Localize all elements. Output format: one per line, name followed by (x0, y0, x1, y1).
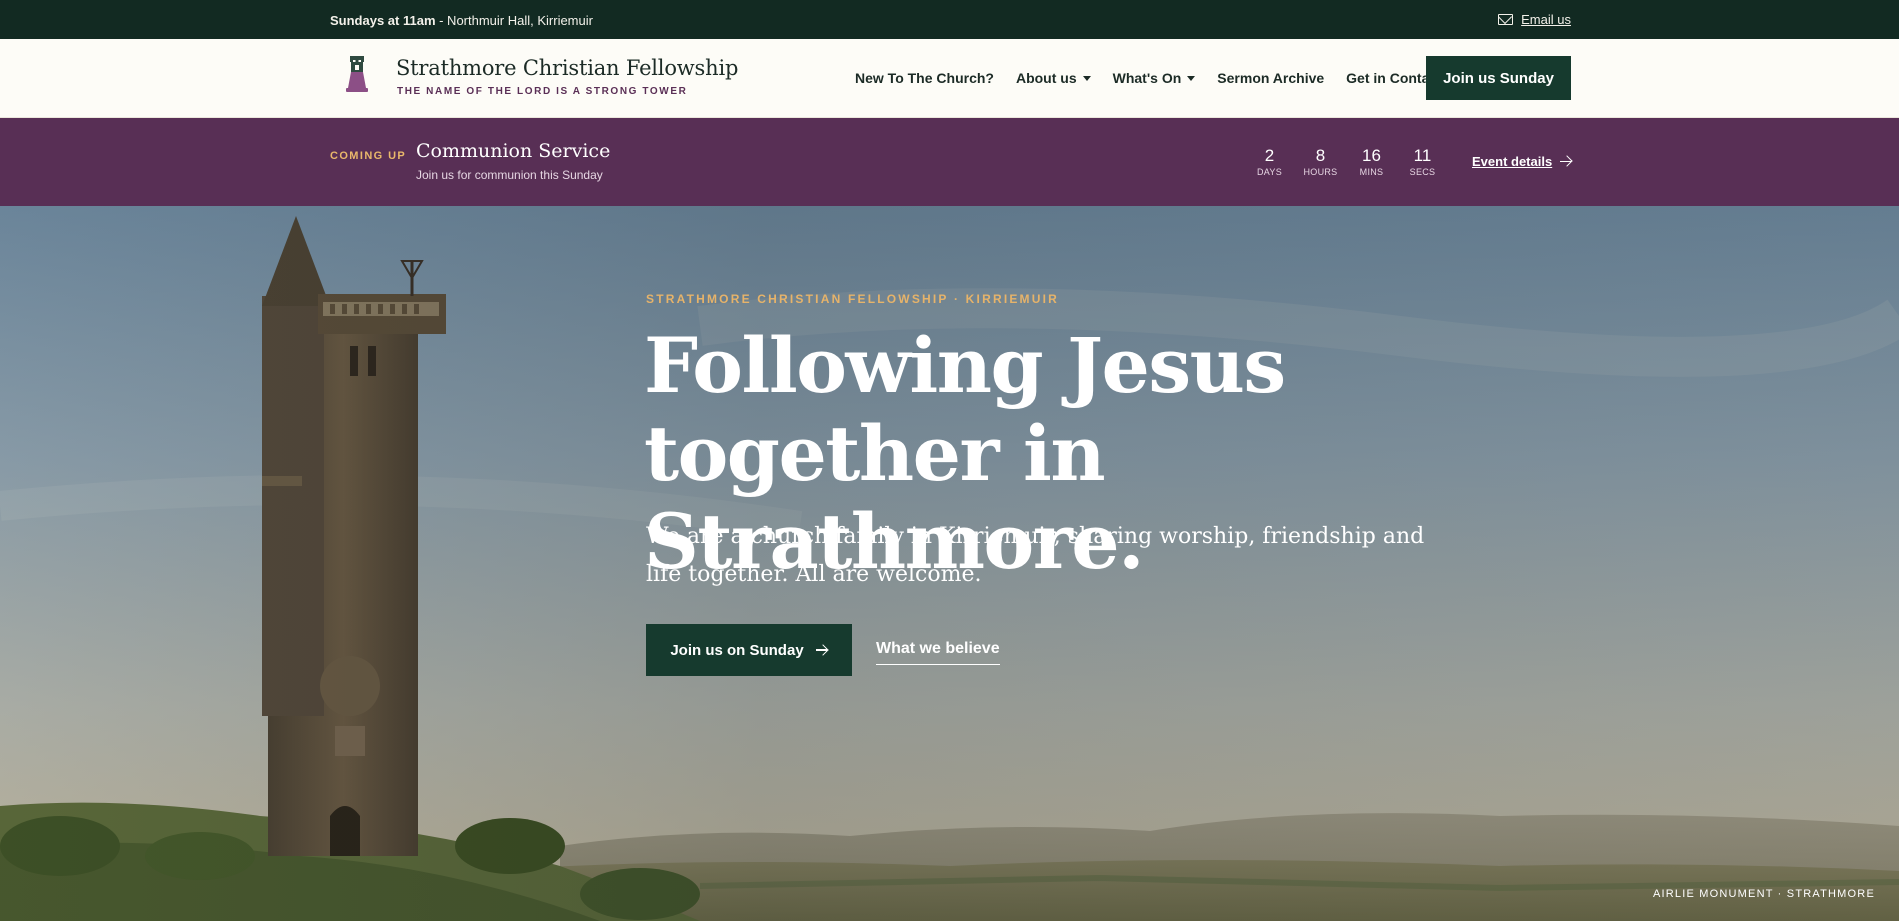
nav-item-whats-on[interactable]: What's On (1113, 70, 1196, 86)
nav-item-sermon-archive[interactable]: Sermon Archive (1217, 70, 1324, 86)
hero-section: STRATHMORE CHRISTIAN FELLOWSHIP · KIRRIE… (0, 206, 1899, 921)
hero-lede: We are a church family in Kirriemuir, sh… (646, 524, 1425, 587)
main-nav: New To The Church? About us What's On Se… (855, 70, 1442, 86)
countdown-value: 16 (1362, 146, 1381, 165)
top-utility-bar: Sundays at 11am - Northmuir Hall, Kirrie… (0, 0, 1899, 39)
service-info: Sundays at 11am - Northmuir Hall, Kirrie… (330, 13, 593, 28)
countdown-value: 11 (1413, 146, 1432, 165)
nav-item-label: Sermon Archive (1217, 70, 1325, 86)
countdown-secs: 11 SECS (1397, 146, 1448, 177)
nav-item-new-to-church[interactable]: New To The Church? (855, 70, 994, 86)
join-us-sunday-button[interactable]: Join us Sunday (1426, 56, 1571, 100)
event-title: Communion Service (416, 140, 611, 162)
cta-label: Join us on Sunday (670, 641, 804, 659)
countdown-days: 2 DAYS (1244, 146, 1295, 177)
hero-eyebrow: STRATHMORE CHRISTIAN FELLOWSHIP · KIRRIE… (646, 292, 1060, 306)
headline-line-1: Following Jesus (644, 321, 1286, 410)
countdown-unit: DAYS (1256, 167, 1283, 177)
service-location: - Northmuir Hall, Kirriemuir (435, 13, 593, 28)
what-we-believe-link[interactable]: What we believe (876, 640, 1000, 665)
countdown-mins: 16 MINS (1346, 146, 1397, 177)
event-details-label: Event details (1472, 154, 1553, 169)
event-subtitle: Join us for communion this Sunday (416, 168, 603, 182)
event-details-link[interactable]: Event details (1472, 154, 1572, 169)
countdown-value: 8 (1315, 146, 1326, 165)
join-us-on-sunday-button[interactable]: Join us on Sunday (646, 624, 852, 676)
photo-caption: AIRLIE MONUMENT · STRATHMORE (1652, 888, 1875, 900)
email-contact[interactable]: Email us (1498, 12, 1571, 27)
countdown-value: 2 (1264, 146, 1275, 165)
site-header: Strathmore Christian Fellowship THE NAME… (0, 39, 1899, 118)
caret-down-icon (1082, 75, 1091, 81)
nav-item-label: What's On (1112, 70, 1182, 86)
arrow-right-icon (815, 644, 828, 656)
nav-item-about-us[interactable]: About us (1016, 70, 1091, 86)
mail-icon (1498, 14, 1514, 25)
service-time: Sundays at 11am (330, 13, 436, 28)
nav-item-label: About us (1015, 70, 1077, 86)
brand-name[interactable]: Strathmore Christian Fellowship (396, 56, 738, 80)
countdown-unit: HOURS (1303, 167, 1338, 177)
brand-tagline: THE NAME OF THE LORD IS A STRONG TOWER (397, 86, 688, 97)
tower-logo-icon[interactable] (345, 56, 369, 92)
countdown-timer: 2 DAYS 8 HOURS 16 MINS 11 SECS (1244, 146, 1448, 177)
coming-up-bar: COMING UP Communion Service Join us for … (0, 118, 1899, 206)
arrow-right-icon (1560, 156, 1572, 168)
countdown-unit: SECS (1409, 167, 1436, 177)
countdown-unit: MINS (1359, 167, 1384, 177)
email-us-link[interactable]: Email us (1521, 12, 1571, 27)
countdown-hours: 8 HOURS (1295, 146, 1346, 177)
coming-up-label: COMING UP (330, 150, 407, 162)
nav-item-label: New To The Church? (855, 70, 994, 86)
caret-down-icon (1187, 75, 1196, 81)
